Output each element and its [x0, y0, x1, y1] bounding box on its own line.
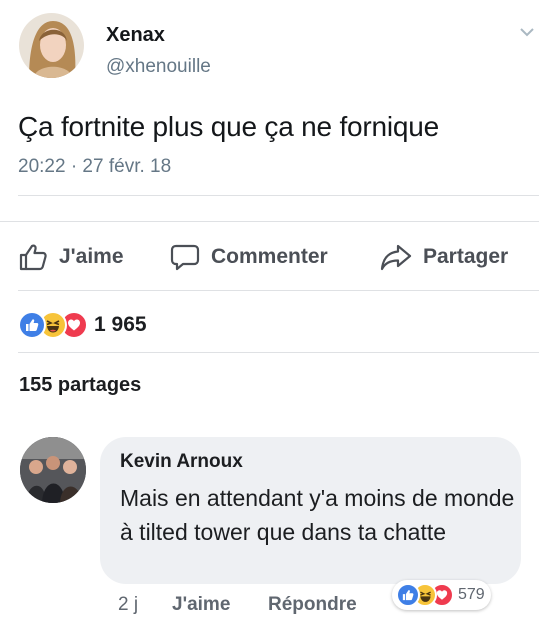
like-icon [18, 311, 46, 339]
commenter-avatar[interactable] [20, 437, 86, 503]
tweet-text: Ça fortnite plus que ça ne fornique [18, 111, 440, 142]
tweet-timestamp: 20:22 · 27 févr. 18 [18, 156, 172, 177]
share-button[interactable]: Partager [380, 240, 508, 274]
thumbs-up-icon [19, 244, 47, 271]
divider [18, 290, 539, 291]
comment-reaction-count: 579 [458, 586, 485, 603]
divider [0, 221, 539, 222]
like-button[interactable]: J'aime [18, 240, 124, 274]
commenter-name[interactable]: Kevin Arnoux [120, 451, 243, 473]
author-name[interactable]: Xenax [106, 24, 165, 47]
tweet-avatar[interactable] [19, 13, 84, 78]
share-label: Partager [423, 245, 509, 268]
comment-text: Mais en attendant y'a moins de monde à t… [120, 485, 515, 545]
comment-reply-button[interactable]: Répondre [268, 594, 357, 616]
speech-bubble-icon [170, 244, 200, 271]
comment-label: Commenter [211, 245, 328, 268]
comment-reactions[interactable]: 579 [392, 580, 491, 610]
divider [18, 195, 539, 196]
like-label: J'aime [59, 245, 124, 268]
comment-button[interactable]: Commenter [170, 240, 328, 274]
shares-count[interactable]: 155 partages [19, 374, 141, 397]
divider [18, 352, 539, 353]
share-arrow-icon [380, 244, 412, 271]
reactions-summary[interactable]: 1 965 [18, 311, 147, 339]
reaction-count: 1 965 [94, 313, 147, 336]
author-handle[interactable]: @xhenouille [106, 56, 211, 78]
chevron-down-icon[interactable] [519, 26, 535, 38]
comment-like-button[interactable]: J'aime [172, 594, 230, 616]
comment-time[interactable]: 2 j [118, 594, 138, 616]
like-icon [396, 583, 420, 607]
